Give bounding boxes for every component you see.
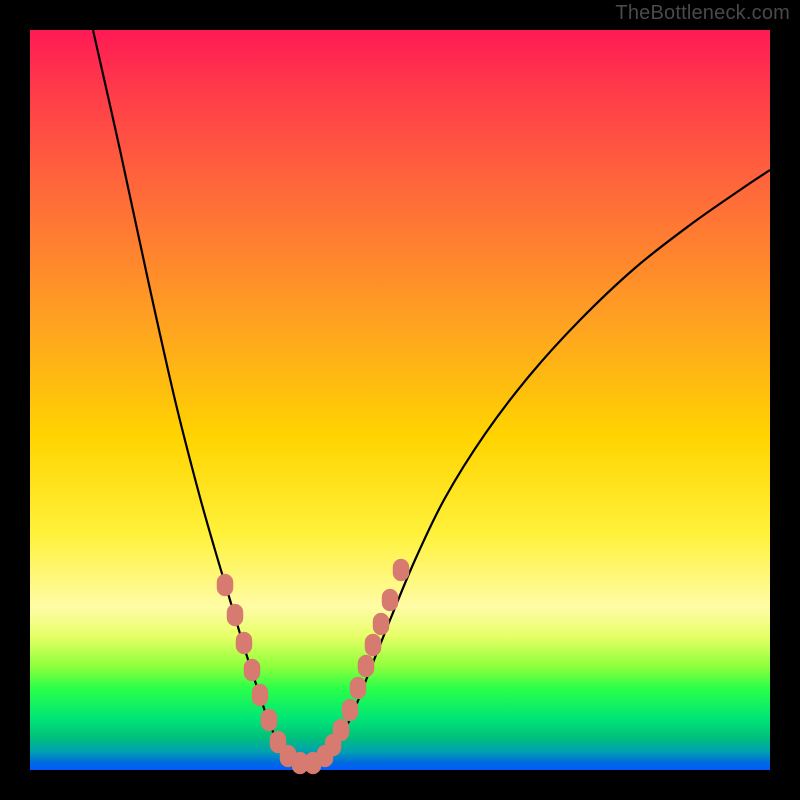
curve-marker: [333, 719, 349, 741]
curve-marker: [350, 677, 366, 699]
curve-marker: [244, 659, 260, 681]
chart-svg: [30, 30, 770, 770]
curve-marker: [217, 574, 233, 596]
curve-marker: [382, 589, 398, 611]
curve-marker: [358, 655, 374, 677]
curve-marker: [236, 632, 252, 654]
curve-marker: [365, 634, 381, 656]
curve-marker: [393, 559, 409, 581]
curve-marker: [342, 699, 358, 721]
curve-marker: [252, 684, 268, 706]
marker-group: [217, 559, 409, 774]
curve-marker: [373, 613, 389, 635]
curve-marker: [227, 604, 243, 626]
chart-frame: TheBottleneck.com: [0, 0, 800, 800]
watermark-text: TheBottleneck.com: [615, 2, 790, 25]
curve-marker: [261, 709, 277, 731]
bottleneck-curve: [93, 30, 770, 765]
